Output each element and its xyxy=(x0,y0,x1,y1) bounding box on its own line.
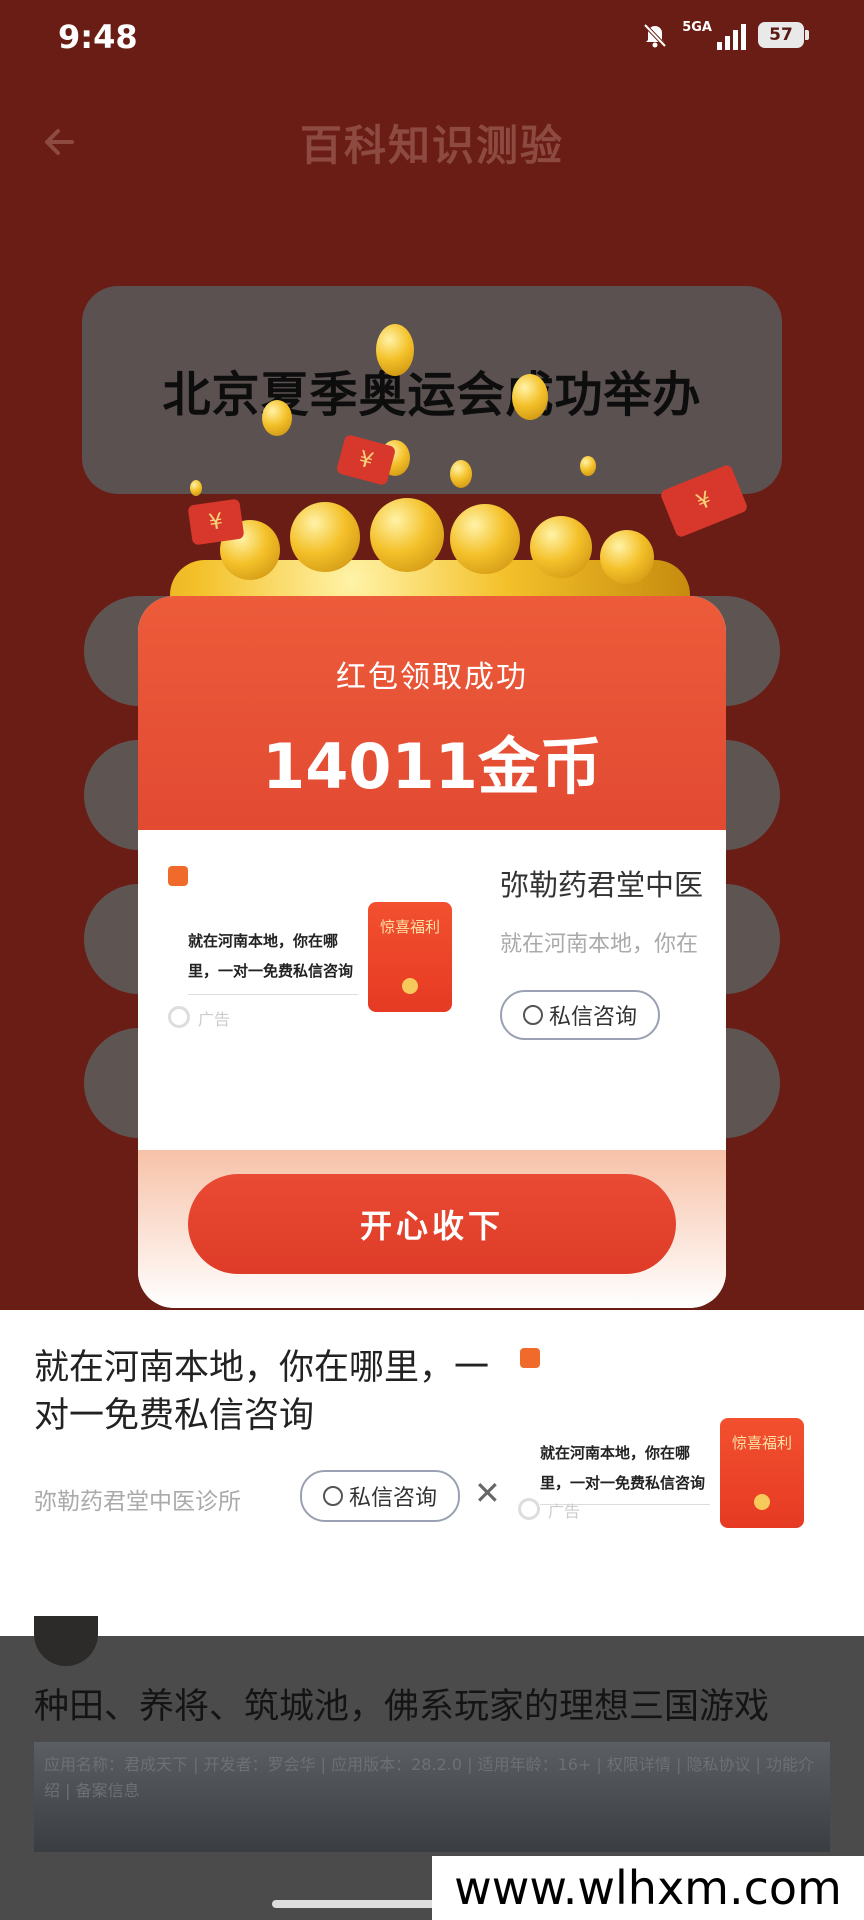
app-logo-icon xyxy=(520,1348,540,1368)
link-icon xyxy=(318,1481,348,1511)
popup-ad[interactable]: 就在河南本地，你在哪里，一对一免费私信咨询 广告 惊喜福利 弥勒药君堂中医 就在… xyxy=(138,830,726,1150)
private-message-button[interactable]: 私信咨询 xyxy=(500,990,660,1040)
accept-reward-button[interactable]: 开心收下 xyxy=(188,1174,676,1274)
ad-thumbnail[interactable]: 就在河南本地，你在哪里，一对一免费私信咨询 广告 惊喜福利 xyxy=(168,866,456,1046)
banner-thumb-text: 就在河南本地，你在哪里，一对一免费私信咨询 xyxy=(540,1444,706,1492)
screen: 9:48 5GA 57 百科知识测验 北京夏季奥运会成功举办 ¥ ¥ ¥ 红包领… xyxy=(0,0,864,1920)
status-bar: 9:48 5GA 57 xyxy=(0,0,864,80)
feed-image: 应用名称：君成天下 | 开发者：罗会华 | 应用版本：28.2.0 | 适用年龄… xyxy=(34,1742,830,1852)
avatar xyxy=(34,1616,98,1666)
reward-header: 红包领取成功 14011金币 xyxy=(138,596,726,830)
ad-thumb-text: 就在河南本地，你在哪里，一对一免费私信咨询 xyxy=(188,932,354,980)
banner-advertiser: 弥勒药君堂中医诊所 xyxy=(34,1489,241,1515)
red-packet-icon: 惊喜福利 xyxy=(368,902,452,1012)
banner-chat-label: 私信咨询 xyxy=(348,1486,437,1511)
banner-thumbnail[interactable]: 就在河南本地，你在哪里，一对一免费私信咨询 广告 惊喜福利 xyxy=(520,1348,808,1528)
signal-icon: 5GA xyxy=(682,20,746,50)
red-packet-icon: 惊喜福利 xyxy=(720,1418,804,1528)
reward-popup: 红包领取成功 14011金币 就在河南本地，你在哪里，一对一免费私信咨询 广告 … xyxy=(138,596,726,1308)
divider xyxy=(188,994,358,995)
chat-button-label: 私信咨询 xyxy=(548,1005,637,1030)
status-time: 9:48 xyxy=(58,18,138,56)
reward-amount: 14011金币 xyxy=(262,730,602,803)
popup-footer: 开心收下 xyxy=(138,1150,726,1308)
watermark: www.wlhxm.com xyxy=(432,1856,864,1920)
mute-bell-icon xyxy=(640,20,670,50)
coin-burst-decoration: ¥ ¥ ¥ xyxy=(170,324,749,630)
ad-tag: 广告 xyxy=(168,1006,230,1030)
banner-headline: 就在河南本地，你在哪里，一对一免费私信咨询 xyxy=(34,1348,490,1436)
app-logo-icon xyxy=(168,866,188,886)
ad-description: 就在河南本地，你在 xyxy=(500,932,699,957)
ad-tag: 广告 xyxy=(518,1498,580,1522)
reward-subtitle: 红包领取成功 xyxy=(336,660,528,695)
network-type: 5GA xyxy=(682,20,712,35)
battery-indicator: 57 xyxy=(758,22,809,48)
ad-advertiser-name: 弥勒药君堂中医 xyxy=(500,868,704,902)
banner-message-button[interactable]: 私信咨询 xyxy=(300,1470,460,1522)
link-icon xyxy=(518,1000,548,1030)
status-icons: 5GA 57 xyxy=(640,20,809,50)
close-icon[interactable]: ✕ xyxy=(474,1474,501,1512)
page-title: 百科知识测验 xyxy=(299,121,564,170)
feed-app-meta: 应用名称：君成天下 | 开发者：罗会华 | 应用版本：28.2.0 | 适用年龄… xyxy=(44,1755,815,1800)
feed-title: 种田、养将、筑城池，佛系玩家的理想三国游戏 xyxy=(34,1687,770,1727)
banner-ad[interactable]: 就在河南本地，你在哪里，一对一免费私信咨询 弥勒药君堂中医诊所 私信咨询 ✕ 就… xyxy=(0,1310,864,1636)
